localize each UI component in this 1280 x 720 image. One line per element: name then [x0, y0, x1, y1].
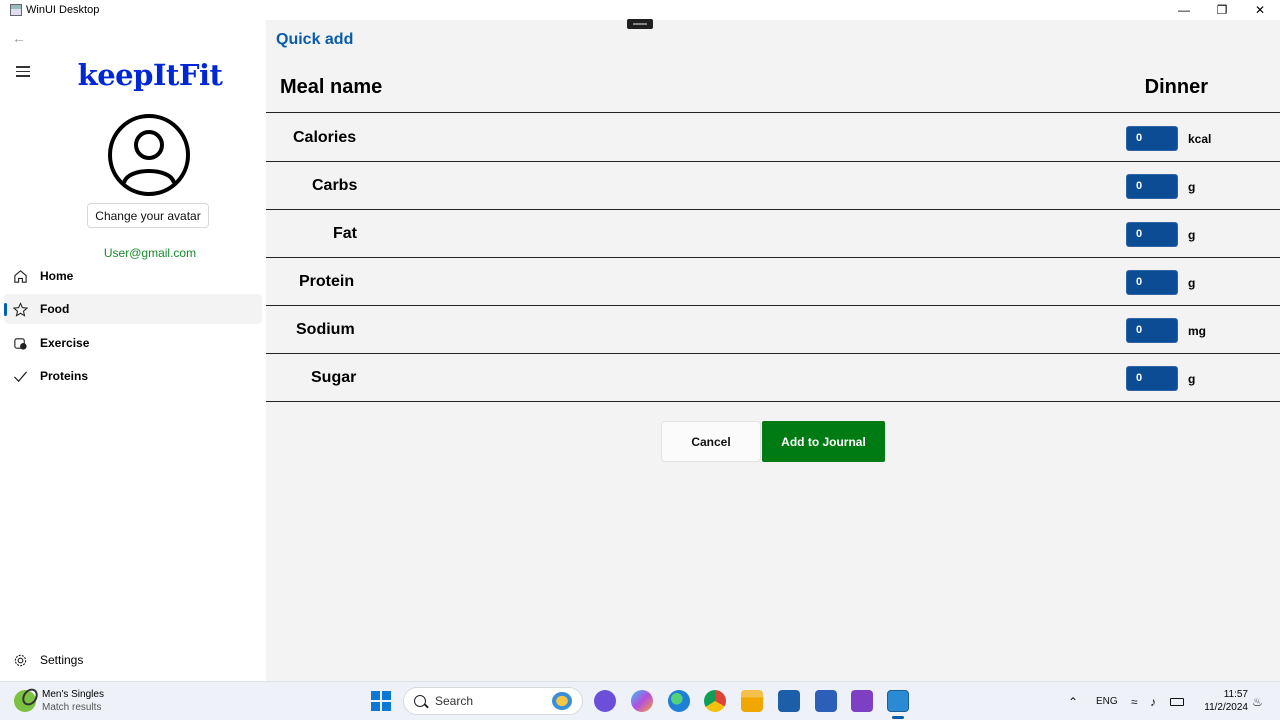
file-explorer-icon[interactable] [741, 690, 763, 712]
nutrient-unit: g [1188, 276, 1196, 290]
sodium-input[interactable]: 0 [1126, 318, 1178, 343]
wifi-icon[interactable]: ≈ [1131, 682, 1138, 720]
taskbar: Men's Singles Match results Search ⌃ ENG… [0, 681, 1280, 720]
meal-name-value[interactable]: Dinner [1145, 76, 1208, 99]
nutrient-row-sugar: Sugar 0 g [266, 354, 1280, 402]
nav-item-exercise[interactable]: Exercise [4, 328, 262, 358]
nutrient-row-fat: Fat 0 g [266, 210, 1280, 258]
fat-input[interactable]: 0 [1126, 222, 1178, 247]
avatar-icon [108, 114, 190, 196]
navigation-pane: ← keepItFit Change your avatar User@gmai… [0, 20, 266, 681]
nav-item-label: Proteins [40, 369, 89, 383]
widget-subtitle: Match results [42, 702, 102, 713]
nutrient-row-sodium: Sodium 0 mg [266, 306, 1280, 354]
winui-app-icon[interactable] [887, 690, 909, 712]
window-title: WinUI Desktop [26, 4, 100, 16]
nutrient-label: Sugar [311, 369, 357, 386]
nav-item-label: Home [40, 269, 74, 283]
search-placeholder: Search [435, 694, 474, 708]
taskbar-search[interactable]: Search [403, 687, 583, 715]
nutrient-label: Fat [333, 225, 357, 242]
nutrient-label: Calories [293, 129, 357, 146]
nav-item-settings[interactable]: Settings [4, 645, 262, 675]
nutrient-unit: mg [1188, 324, 1206, 338]
nutrient-row-calories: Calories 0 kcal [266, 114, 1280, 162]
cancel-button[interactable]: Cancel [661, 421, 761, 462]
meal-name-label: Meal name [280, 76, 383, 98]
drag-handle[interactable] [627, 19, 653, 29]
chevron-up-icon[interactable]: ⌃ [1068, 682, 1078, 720]
meal-name-row: Meal name Dinner [266, 66, 1280, 113]
selection-indicator [4, 303, 7, 316]
store-icon[interactable] [778, 690, 800, 712]
battery-icon[interactable] [1170, 682, 1184, 720]
bell-icon[interactable]: ♨ [1252, 682, 1263, 720]
word-icon[interactable] [815, 690, 837, 712]
nutrient-unit: g [1188, 228, 1196, 242]
nutrient-label: Protein [299, 273, 355, 290]
widgets-button[interactable]: Men's Singles Match results [14, 688, 104, 714]
change-avatar-button[interactable]: Change your avatar [87, 203, 209, 228]
clock-date: 11/2/2024 [1204, 702, 1248, 713]
nav-item-label: Settings [40, 653, 84, 667]
nutrient-unit: g [1188, 180, 1196, 194]
page-title: Quick add [276, 31, 354, 48]
nutrient-label: Carbs [312, 177, 358, 194]
visual-studio-icon[interactable] [851, 690, 873, 712]
checkmark-icon [12, 368, 28, 384]
app-logo: keepItFit [77, 58, 223, 92]
user-email: User@gmail.com [103, 246, 197, 260]
title-bar: WinUI Desktop — ❐ ✕ [0, 0, 1280, 20]
sugar-input[interactable]: 0 [1126, 366, 1178, 391]
nutrient-label: Sodium [296, 321, 355, 338]
nav-item-food[interactable]: Food [4, 294, 262, 324]
maximize-button[interactable]: ❐ [1202, 0, 1242, 20]
search-highlight-icon [552, 692, 572, 710]
add-to-journal-button[interactable]: Add to Journal [762, 421, 885, 462]
clock-time: 11:57 [1223, 689, 1248, 700]
active-app-indicator [892, 716, 904, 719]
meet-icon[interactable] [594, 690, 616, 712]
star-icon [12, 301, 28, 317]
quick-add-page: Quick add Meal name Dinner Calories 0 kc… [266, 19, 1280, 681]
windows-start-icon[interactable] [370, 690, 392, 712]
copilot-icon[interactable] [631, 690, 653, 712]
nutrient-row-carbs: Carbs 0 g [266, 162, 1280, 210]
widget-title: Men's Singles [42, 689, 104, 700]
calories-input[interactable]: 0 [1126, 126, 1178, 151]
chrome-icon[interactable] [704, 690, 726, 712]
nav-item-proteins[interactable]: Proteins [4, 361, 262, 391]
home-icon [12, 268, 28, 284]
search-icon [414, 695, 426, 707]
clock[interactable]: 11:57 11/2/2024 [1196, 688, 1248, 714]
back-arrow-icon[interactable]: ← [12, 30, 26, 46]
close-button[interactable]: ✕ [1240, 0, 1280, 20]
edge-icon[interactable] [668, 690, 690, 712]
nutrient-unit: kcal [1188, 132, 1212, 146]
gear-icon [12, 652, 28, 668]
nav-item-label: Exercise [40, 336, 90, 350]
tennis-icon [14, 690, 36, 712]
language-indicator[interactable]: ENG [1096, 682, 1118, 720]
app-icon [10, 4, 22, 16]
nav-item-home[interactable]: Home [4, 261, 262, 291]
protein-input[interactable]: 0 [1126, 270, 1178, 295]
nav-item-label: Food [40, 302, 70, 316]
carbs-input[interactable]: 0 [1126, 174, 1178, 199]
nutrient-row-protein: Protein 0 g [266, 258, 1280, 306]
nutrient-unit: g [1188, 372, 1196, 386]
exercise-icon [12, 335, 28, 351]
volume-icon[interactable]: ♪ [1150, 682, 1156, 720]
minimize-button[interactable]: — [1164, 0, 1204, 20]
